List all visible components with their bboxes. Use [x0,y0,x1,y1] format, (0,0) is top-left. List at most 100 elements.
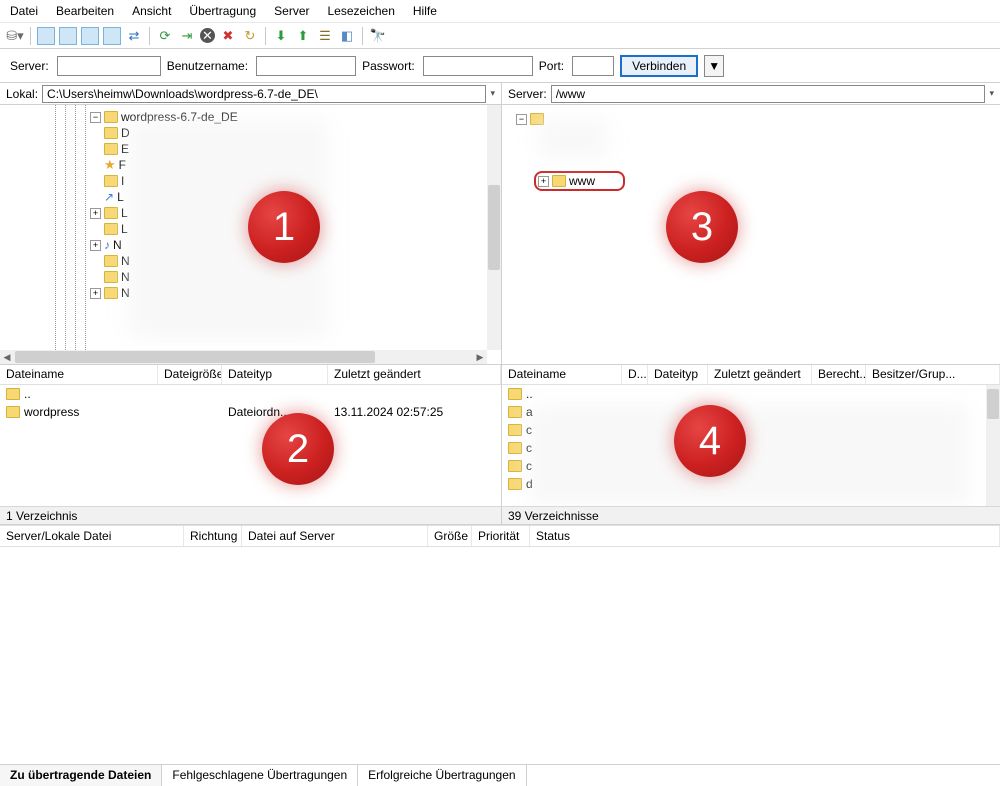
remote-tree[interactable]: − + www [502,105,1000,364]
filter-icon[interactable]: ☰ [316,27,334,45]
local-path-input[interactable] [42,85,486,103]
col-filesize[interactable]: Dateigröße [158,365,222,384]
layout2-icon[interactable] [59,27,77,45]
local-path-dropdown-icon[interactable]: ▾ [490,88,495,99]
pass-label: Passwort: [362,59,415,73]
list-item-name[interactable]: wordpress [24,405,79,419]
local-path-label: Lokal: [6,87,38,101]
folder-icon [508,442,522,454]
menu-datei[interactable]: Datei [10,4,38,18]
download-icon[interactable]: ⬇ [272,27,290,45]
tree-item-label[interactable]: F [119,158,126,172]
queue-header: Server/Lokale Datei Richtung Datei auf S… [0,525,1000,547]
tree-item-label[interactable]: L [121,222,128,236]
reconnect-icon[interactable]: ↻ [241,27,259,45]
expander-icon[interactable]: + [538,176,549,187]
folder-icon [508,460,522,472]
layout1-icon[interactable] [37,27,55,45]
tree-item-label[interactable]: N [113,238,122,252]
compare-icon[interactable]: ◧ [338,27,356,45]
remote-list-header: Dateiname D... Dateityp Zuletzt geändert… [502,365,1000,385]
col-modified[interactable]: Zuletzt geändert [328,365,501,384]
folder-icon [508,424,522,436]
col-filetype[interactable]: Dateityp [222,365,328,384]
connect-button[interactable]: Verbinden [620,55,698,77]
local-list-body[interactable]: .. wordpress Dateiordn... 13.11.2024 02:… [0,385,501,506]
expander-icon[interactable]: + [90,208,101,219]
tree-item-label[interactable]: L [117,190,124,204]
col-serverlocal[interactable]: Server/Lokale Datei [0,526,184,546]
folder-icon [104,143,118,155]
port-label: Port: [539,59,564,73]
folder-icon [104,127,118,139]
col-status[interactable]: Status [530,526,1000,546]
expander-icon[interactable]: + [90,288,101,299]
menu-lesezeichen[interactable]: Lesezeichen [327,4,394,18]
col-permissions[interactable]: Berecht... [812,365,866,384]
col-filename[interactable]: Dateiname [0,365,158,384]
server-label: Server: [10,59,49,73]
tree-item-label[interactable]: I [121,174,124,188]
menu-hilfe[interactable]: Hilfe [413,4,437,18]
col-size[interactable]: Größe [428,526,472,546]
search-icon[interactable]: 🔭 [369,27,387,45]
folder-icon [104,175,118,187]
expander-icon[interactable]: + [90,240,101,251]
refresh-icon[interactable]: ⟳ [156,27,174,45]
menu-ansicht[interactable]: Ansicht [132,4,171,18]
tab-failed[interactable]: Fehlgeschlagene Übertragungen [162,765,358,786]
menu-uebertragung[interactable]: Übertragung [189,4,256,18]
col-direction[interactable]: Richtung [184,526,242,546]
user-input[interactable] [256,56,356,76]
list-item-modified: 13.11.2024 02:57:25 [328,405,501,419]
toolbar: ⛁▾ ⇄ ⟳ ⇥ ✕ ✖ ↻ ⬇ ⬆ ☰ ◧ 🔭 [0,23,1000,49]
tab-success[interactable]: Erfolgreiche Übertragungen [358,765,526,786]
col-remotefile[interactable]: Datei auf Server [242,526,428,546]
scrollbar-v[interactable] [986,385,1000,506]
pass-input[interactable] [423,56,533,76]
disconnect-icon[interactable]: ✖ [219,27,237,45]
queue-body[interactable] [0,547,1000,767]
col-modified[interactable]: Zuletzt geändert [708,365,812,384]
col-priority[interactable]: Priorität [472,526,530,546]
folder-icon [104,271,118,283]
link-icon: ↗ [104,190,114,204]
col-owner[interactable]: Besitzer/Grup... [866,365,1000,384]
remote-path-input[interactable] [551,85,986,103]
process-icon[interactable]: ⇥ [178,27,196,45]
list-item-up[interactable]: .. [526,387,533,401]
menubar: Datei Bearbeiten Ansicht Übertragung Ser… [0,0,1000,23]
tree-item-label[interactable]: L [121,206,128,220]
local-list-header: Dateiname Dateigröße Dateityp Zuletzt ge… [0,365,501,385]
sitemanager-icon[interactable]: ⛁▾ [6,27,24,45]
remote-path-dropdown-icon[interactable]: ▾ [989,88,994,99]
layout3-icon[interactable] [81,27,99,45]
tree-item-label[interactable]: www [569,174,595,188]
port-input[interactable] [572,56,614,76]
folder-icon [104,287,118,299]
sync-icon[interactable]: ⇄ [125,27,143,45]
cancel-icon[interactable]: ✕ [200,28,215,43]
expander-icon[interactable]: − [516,114,527,125]
www-folder-highlighted[interactable]: + www [534,171,625,191]
layout4-icon[interactable] [103,27,121,45]
scrollbar-v[interactable] [487,105,501,350]
folder-icon [6,388,20,400]
list-item-up[interactable]: .. [24,387,31,401]
server-input[interactable] [57,56,161,76]
col-filesize[interactable]: D... [622,365,648,384]
expander-icon[interactable]: − [90,112,101,123]
scrollbar-h[interactable]: ◀▶ [0,350,487,364]
upload-icon[interactable]: ⬆ [294,27,312,45]
menu-bearbeiten[interactable]: Bearbeiten [56,4,114,18]
col-filetype[interactable]: Dateityp [648,365,708,384]
menu-server[interactable]: Server [274,4,309,18]
local-list: Dateiname Dateigröße Dateityp Zuletzt ge… [0,365,502,524]
connect-dropdown[interactable]: ▼ [704,55,724,77]
folder-icon [104,255,118,267]
col-filename[interactable]: Dateiname [502,365,622,384]
folder-icon [508,388,522,400]
remote-list-body[interactable]: .. a c c c d 4 [502,385,1000,506]
list-panes: Dateiname Dateigröße Dateityp Zuletzt ge… [0,365,1000,525]
tab-pending[interactable]: Zu übertragende Dateien [0,765,162,786]
